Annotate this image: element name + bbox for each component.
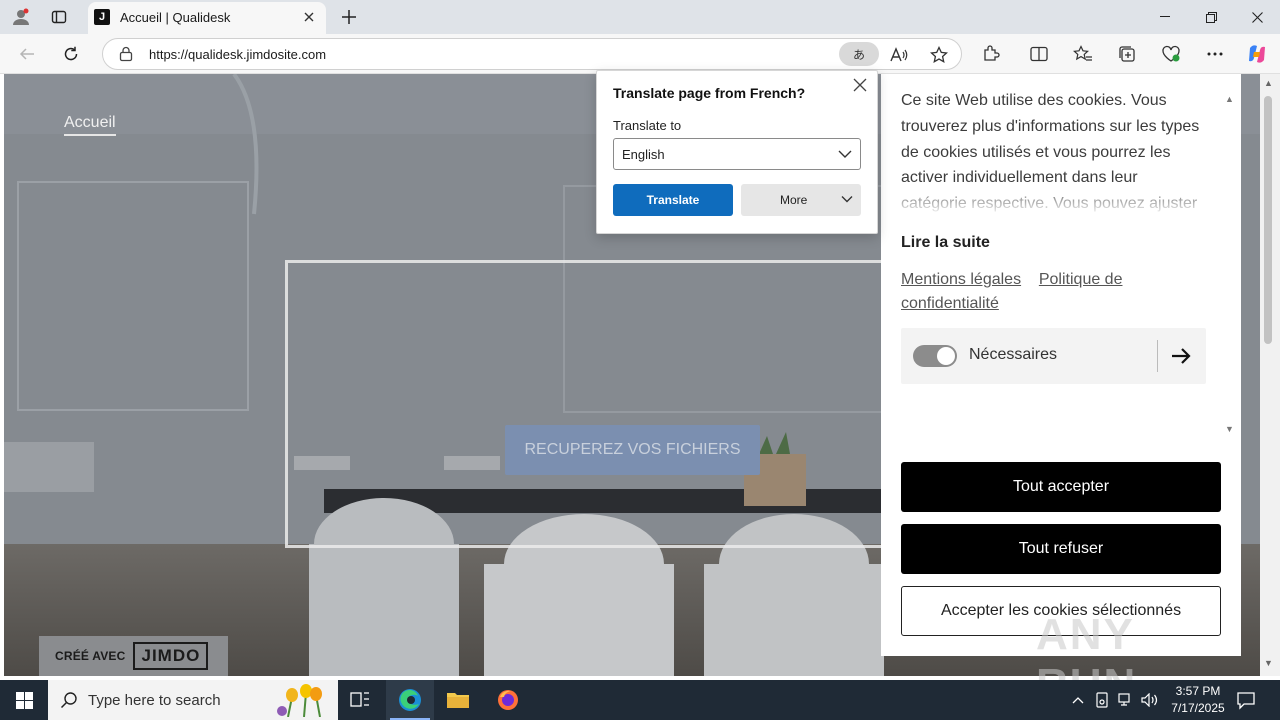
panel-scroll-down-icon[interactable]: ▼ [1225, 424, 1235, 434]
lock-icon[interactable] [119, 46, 133, 67]
scrollbar-thumb[interactable] [1264, 96, 1272, 344]
anyrun-watermark: ANY RUN [1036, 610, 1135, 709]
translate-icon[interactable]: あ [839, 42, 879, 66]
search-placeholder: Type here to search [88, 692, 221, 709]
hero-frame [285, 260, 905, 548]
selected-language: English [622, 147, 665, 162]
windows-taskbar: Type here to search 3:57 PM 7/17/2025 [0, 680, 1280, 720]
edge-taskbar-icon[interactable] [386, 680, 434, 720]
cookie-category-necessary: Nécessaires [901, 328, 1206, 384]
panel-scroll-up-icon[interactable]: ▲ [1225, 94, 1235, 104]
restore-button[interactable] [1188, 0, 1234, 34]
scroll-down-arrow-icon[interactable]: ▼ [1264, 658, 1273, 668]
cookie-consent-panel: Ce site Web utilise des cookies. Vous tr… [881, 74, 1241, 656]
accept-all-button[interactable]: Tout accepter [901, 462, 1221, 512]
translate-to-label: Translate to [613, 118, 682, 133]
favorites-icon[interactable] [1068, 40, 1098, 68]
windows-start-icon[interactable] [0, 680, 48, 720]
close-popup-icon[interactable] [853, 78, 869, 94]
jimdo-logo: JIMDO [133, 642, 209, 670]
device-icon[interactable] [1092, 690, 1112, 710]
chevron-down-icon [838, 147, 852, 166]
file-explorer-icon[interactable] [434, 680, 482, 720]
firefox-icon[interactable] [484, 680, 532, 720]
copilot-icon[interactable] [1242, 40, 1272, 68]
volume-icon[interactable] [1140, 690, 1160, 710]
clock-date: 7/17/2025 [1171, 701, 1225, 715]
cookie-text-fade [901, 182, 1206, 214]
task-view-icon[interactable] [336, 680, 384, 720]
refuse-all-button[interactable]: Tout refuser [901, 524, 1221, 574]
address-bar[interactable]: https://qualidesk.jimdosite.com あ [102, 38, 962, 70]
translate-button[interactable]: Translate [613, 184, 733, 216]
minimize-button[interactable] [1142, 0, 1188, 34]
url-text[interactable]: https://qualidesk.jimdosite.com [149, 47, 326, 62]
legal-links: Mentions légales Politique de confidenti… [901, 268, 1201, 316]
translate-glyph: あ [852, 47, 865, 62]
recover-files-button[interactable]: RECUPEREZ VOS FICHIERS [505, 425, 760, 475]
notification-icon[interactable] [1236, 690, 1256, 710]
split-screen-icon[interactable] [1024, 40, 1054, 68]
more-menu-icon[interactable] [1200, 40, 1230, 68]
arrow-right-icon[interactable] [1169, 344, 1193, 368]
divider [1157, 340, 1158, 372]
chevron-down-icon [841, 193, 853, 208]
close-tab-icon[interactable] [300, 8, 318, 26]
search-icon [60, 691, 78, 714]
back-button[interactable] [12, 40, 42, 68]
read-more-link[interactable]: Lire la suite [901, 234, 990, 252]
taskbar-search-box[interactable]: Type here to search [48, 680, 338, 720]
nav-link-accueil[interactable]: Accueil [64, 114, 116, 136]
necessary-cookies-toggle[interactable] [913, 345, 957, 367]
network-icon[interactable] [1116, 690, 1136, 710]
browser-tab-active[interactable]: J Accueil | Qualidesk [88, 2, 326, 34]
title-bar: J Accueil | Qualidesk [0, 0, 1280, 34]
necessary-cookies-label: Nécessaires [969, 346, 1058, 363]
scroll-up-arrow-icon[interactable]: ▲ [1264, 78, 1273, 88]
jimdo-badge[interactable]: CRÉÉ AVEC JIMDO [39, 636, 228, 676]
more-label: More [780, 193, 808, 207]
translate-popup-title: Translate page from French? [613, 85, 806, 101]
toggle-knob [937, 347, 955, 365]
more-options-button[interactable]: More [741, 184, 861, 216]
tab-actions-icon[interactable] [46, 5, 72, 29]
badge-prefix: CRÉÉ AVEC [55, 649, 126, 663]
search-highlight-flowers-icon [277, 684, 322, 717]
language-select[interactable]: English [613, 138, 861, 170]
legal-notice-link[interactable]: Mentions légales [901, 271, 1021, 288]
system-clock[interactable]: 3:57 PM 7/17/2025 [1160, 683, 1236, 717]
extensions-icon[interactable] [976, 40, 1006, 68]
favorite-star-icon[interactable] [927, 43, 951, 67]
tab-title: Accueil | Qualidesk [120, 10, 231, 25]
show-hidden-icons-icon[interactable] [1068, 690, 1088, 710]
page-scrollbar[interactable]: ▲ ▼ [1260, 74, 1280, 676]
browser-essentials-icon[interactable] [1156, 40, 1186, 68]
new-tab-icon[interactable] [336, 5, 362, 29]
close-window-button[interactable] [1234, 0, 1280, 34]
site-favicon-icon: J [94, 9, 110, 25]
translate-popup: Translate page from French? Translate to… [596, 70, 878, 234]
collections-icon[interactable] [1112, 40, 1142, 68]
navigation-bar: https://qualidesk.jimdosite.com あ [0, 34, 1280, 74]
profile-icon[interactable] [8, 5, 34, 29]
refresh-button[interactable] [56, 40, 86, 68]
clock-time: 3:57 PM [1175, 684, 1221, 698]
read-aloud-icon[interactable] [887, 43, 911, 67]
